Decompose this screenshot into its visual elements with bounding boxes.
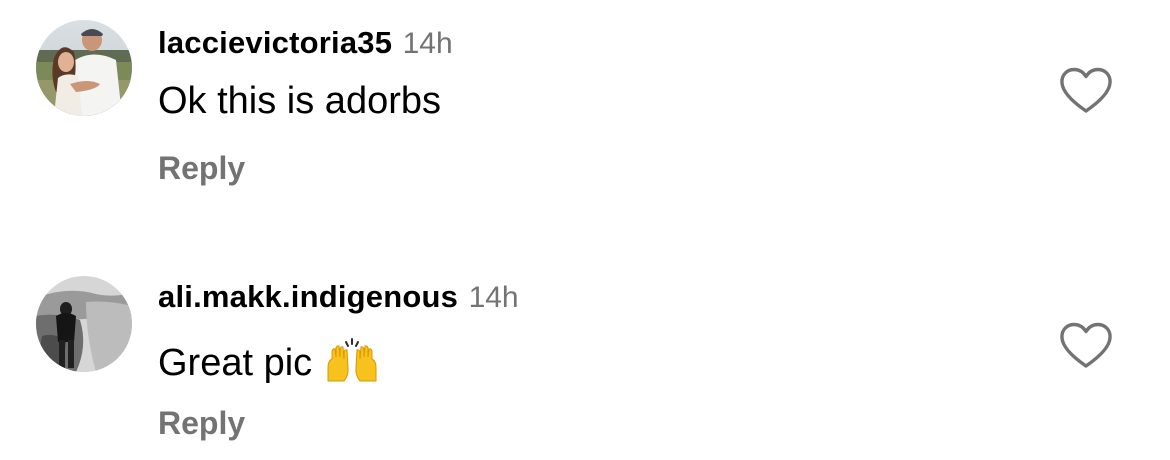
timestamp: 14h [468,281,519,314]
comment-item: ali.makk.indigenous 14h Great pic Reply [0,255,1170,460]
comment-text-body: Ok this is adorbs [158,80,441,122]
heart-outline-icon [1060,67,1112,113]
comment-text-body: Great pic [158,342,313,384]
like-button[interactable] [1058,66,1114,116]
timestamp: 14h [402,27,453,60]
username[interactable]: laccievictoria35 [158,25,392,60]
avatar-photo [36,276,132,372]
heart-outline-icon [1060,322,1112,368]
comment-text: Ok this is adorbs [158,82,441,120]
reply-button[interactable]: Reply [158,152,245,184]
comment-header: ali.makk.indigenous 14h [158,281,519,313]
like-button[interactable] [1058,321,1114,371]
avatar-photo [36,20,132,116]
comment-text: Great pic [158,337,380,385]
comment-item: laccievictoria35 14h Ok this is adorbs R… [0,0,1170,230]
raising-hands-emoji [324,337,380,385]
avatar[interactable] [36,276,132,372]
avatar[interactable] [36,20,132,116]
reply-button[interactable]: Reply [158,407,245,439]
comment-header: laccievictoria35 14h [158,27,453,59]
username[interactable]: ali.makk.indigenous [158,279,458,314]
